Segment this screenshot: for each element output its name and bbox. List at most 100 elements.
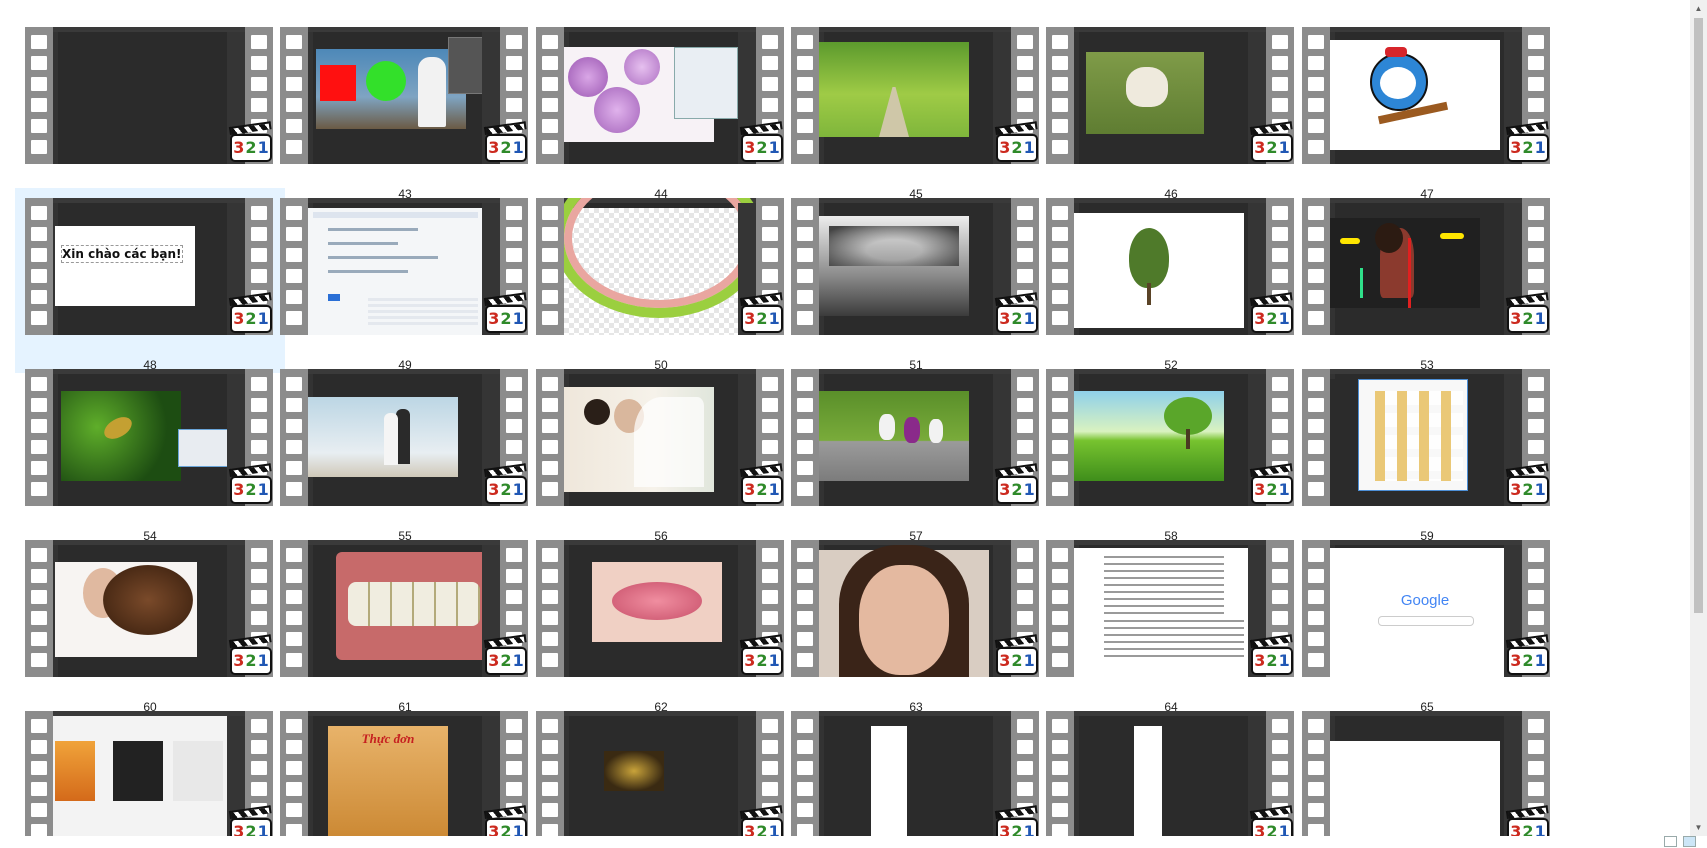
media-player-classic-icon: 321 <box>1505 463 1549 504</box>
thumbnail-item[interactable]: Thực đơn 3 2 1 <box>270 701 540 836</box>
badge-digit: 2 <box>500 138 512 157</box>
thumbnail-image <box>53 711 245 836</box>
thumbnail-item[interactable]: 3 2 1 54 <box>15 359 285 544</box>
media-player-classic-icon: 321 <box>483 463 527 504</box>
media-player-classic-icon: 321 <box>739 634 783 675</box>
thumbnail-item[interactable]: 3 2 1 63 <box>781 530 1051 715</box>
badge-digit: 3 <box>233 822 245 837</box>
thumbnail-image <box>1074 711 1266 836</box>
badge-digit: 3 <box>999 822 1011 837</box>
badge-digit: 2 <box>500 480 512 499</box>
badge-digit: 1 <box>1278 138 1290 157</box>
thumbnail-item[interactable]: 3 2 1 57 <box>781 359 1051 544</box>
badge-digit: 3 <box>1510 651 1522 670</box>
thumbnail-item[interactable]: 321 <box>526 701 796 836</box>
thumbnail-item[interactable]: 3 2 1 59 <box>1292 359 1562 544</box>
media-player-classic-icon: 321 <box>1505 292 1549 333</box>
media-player-classic-icon: 321 <box>1249 634 1293 675</box>
thumbnail-item[interactable]: 3 2 1 60 <box>15 530 285 715</box>
thumbnail-item[interactable]: 3 2 1 45 <box>781 17 1051 202</box>
vertical-scrollbar[interactable]: ▲ ▼ <box>1690 0 1707 836</box>
thumbnail-item[interactable]: 32142 <box>15 17 285 202</box>
film-sprocket-holes <box>791 540 819 677</box>
media-player-classic-icon: 321 <box>228 634 272 675</box>
thumbnail-item[interactable]: 3 2 1 49 <box>270 188 540 373</box>
badge-digit: 1 <box>257 822 269 837</box>
thumbnail-item[interactable]: 3 2 1 51 <box>781 188 1051 373</box>
media-player-classic-icon: 321 <box>228 292 272 333</box>
badge-digit: 2 <box>245 822 257 837</box>
film-sprocket-holes <box>280 27 308 164</box>
badge-digit: 2 <box>245 651 257 670</box>
thumbnail-item[interactable]: 3 2 1 58 <box>1036 359 1306 544</box>
thumbnail-item[interactable]: 3 2 1 53 <box>1292 188 1562 373</box>
thumbnail-item[interactable]: 3 2 1 47 <box>1292 17 1562 202</box>
thumbnail-image <box>53 27 245 164</box>
thumbnail-item[interactable]: 3 2 1 50 <box>526 188 796 373</box>
badge-digit: 2 <box>1011 480 1023 499</box>
thumbnail-image <box>1330 711 1522 836</box>
thumbnail-item[interactable]: 321 <box>1036 701 1306 836</box>
thumbnail-item[interactable]: 3 2 1 61 <box>270 530 540 715</box>
badge-digit: 3 <box>1254 138 1266 157</box>
film-sprocket-holes <box>25 711 53 836</box>
thumbnail-item[interactable]: 3 2 1 44 <box>526 17 796 202</box>
badge-digit: 3 <box>488 822 500 837</box>
thumbnail-item[interactable]: 3 2 1 43 <box>270 17 540 202</box>
thumbnail-item[interactable]: 3 2 1 55 <box>270 359 540 544</box>
badge-digit: 2 <box>1266 651 1278 670</box>
thumbnail-item[interactable]: 3 2 1 52 <box>1036 188 1306 373</box>
thumbnail-item[interactable]: 321 <box>15 701 285 836</box>
thumbnail-image <box>53 540 245 677</box>
badge-digit: 1 <box>257 309 269 328</box>
media-player-classic-icon: 321 <box>1505 634 1549 675</box>
badge-digit: 1 <box>1534 138 1546 157</box>
badge-digit: 1 <box>1534 651 1546 670</box>
badge-digit: 1 <box>1278 309 1290 328</box>
thumbnail-grid: 321423214332144321453214632147 Xin chào c… <box>0 0 1690 836</box>
chevron-up-icon[interactable]: ▲ <box>1690 0 1707 17</box>
thumbnail-item[interactable]: 3 2 1 46 <box>1036 17 1306 202</box>
badge-digit: 3 <box>1254 822 1266 837</box>
badge-digit: 1 <box>512 651 524 670</box>
badge-digit: 3 <box>233 138 245 157</box>
badge-digit: 3 <box>233 480 245 499</box>
badge-digit: 3 <box>488 138 500 157</box>
badge-digit: 2 <box>500 651 512 670</box>
film-sprocket-holes <box>25 27 53 164</box>
badge-digit: 3 <box>999 480 1011 499</box>
chevron-down-icon[interactable]: ▼ <box>1690 819 1707 836</box>
scrollbar-thumb[interactable] <box>1694 18 1703 613</box>
thumbnail-item[interactable]: Xin chào các bạn! 3 2 1 48 <box>15 188 285 373</box>
media-player-classic-icon: 321 <box>994 292 1038 333</box>
badge-digit: 2 <box>1522 309 1534 328</box>
media-player-classic-icon: 321 <box>994 121 1038 162</box>
badge-digit: 3 <box>233 309 245 328</box>
thumbnail-item[interactable]: Google 3 2 1 65 <box>1292 530 1562 715</box>
badge-digit: 1 <box>768 822 780 837</box>
badge-digit: 1 <box>1534 480 1546 499</box>
thumbnail-image <box>564 27 756 164</box>
thumbnail-image <box>308 198 500 335</box>
thumbnail-image <box>1074 27 1266 164</box>
thumbnail-image <box>1330 198 1522 335</box>
thumbnail-item[interactable]: 321 <box>1292 701 1562 836</box>
badge-digit: 1 <box>768 651 780 670</box>
thumbnail-item[interactable]: 3 2 1 64 <box>1036 530 1306 715</box>
film-sprocket-holes <box>791 711 819 836</box>
details-view-icon[interactable] <box>1664 836 1677 847</box>
badge-digit: 2 <box>245 480 257 499</box>
thumbnail-item[interactable]: 321 <box>781 701 1051 836</box>
badge-digit: 1 <box>257 480 269 499</box>
badge-digit: 3 <box>1254 651 1266 670</box>
media-player-classic-icon: 321 <box>228 121 272 162</box>
thumbnail-item[interactable]: 3 2 1 62 <box>526 530 796 715</box>
thumbnail-view-icon[interactable] <box>1683 836 1696 847</box>
badge-digit: 1 <box>1278 822 1290 837</box>
thumbnail-image <box>308 369 500 506</box>
badge-digit: 3 <box>488 309 500 328</box>
google-logo: Google <box>1400 592 1450 609</box>
film-sprocket-holes <box>791 369 819 506</box>
badge-digit: 1 <box>768 138 780 157</box>
thumbnail-item[interactable]: 3 2 1 56 <box>526 359 796 544</box>
